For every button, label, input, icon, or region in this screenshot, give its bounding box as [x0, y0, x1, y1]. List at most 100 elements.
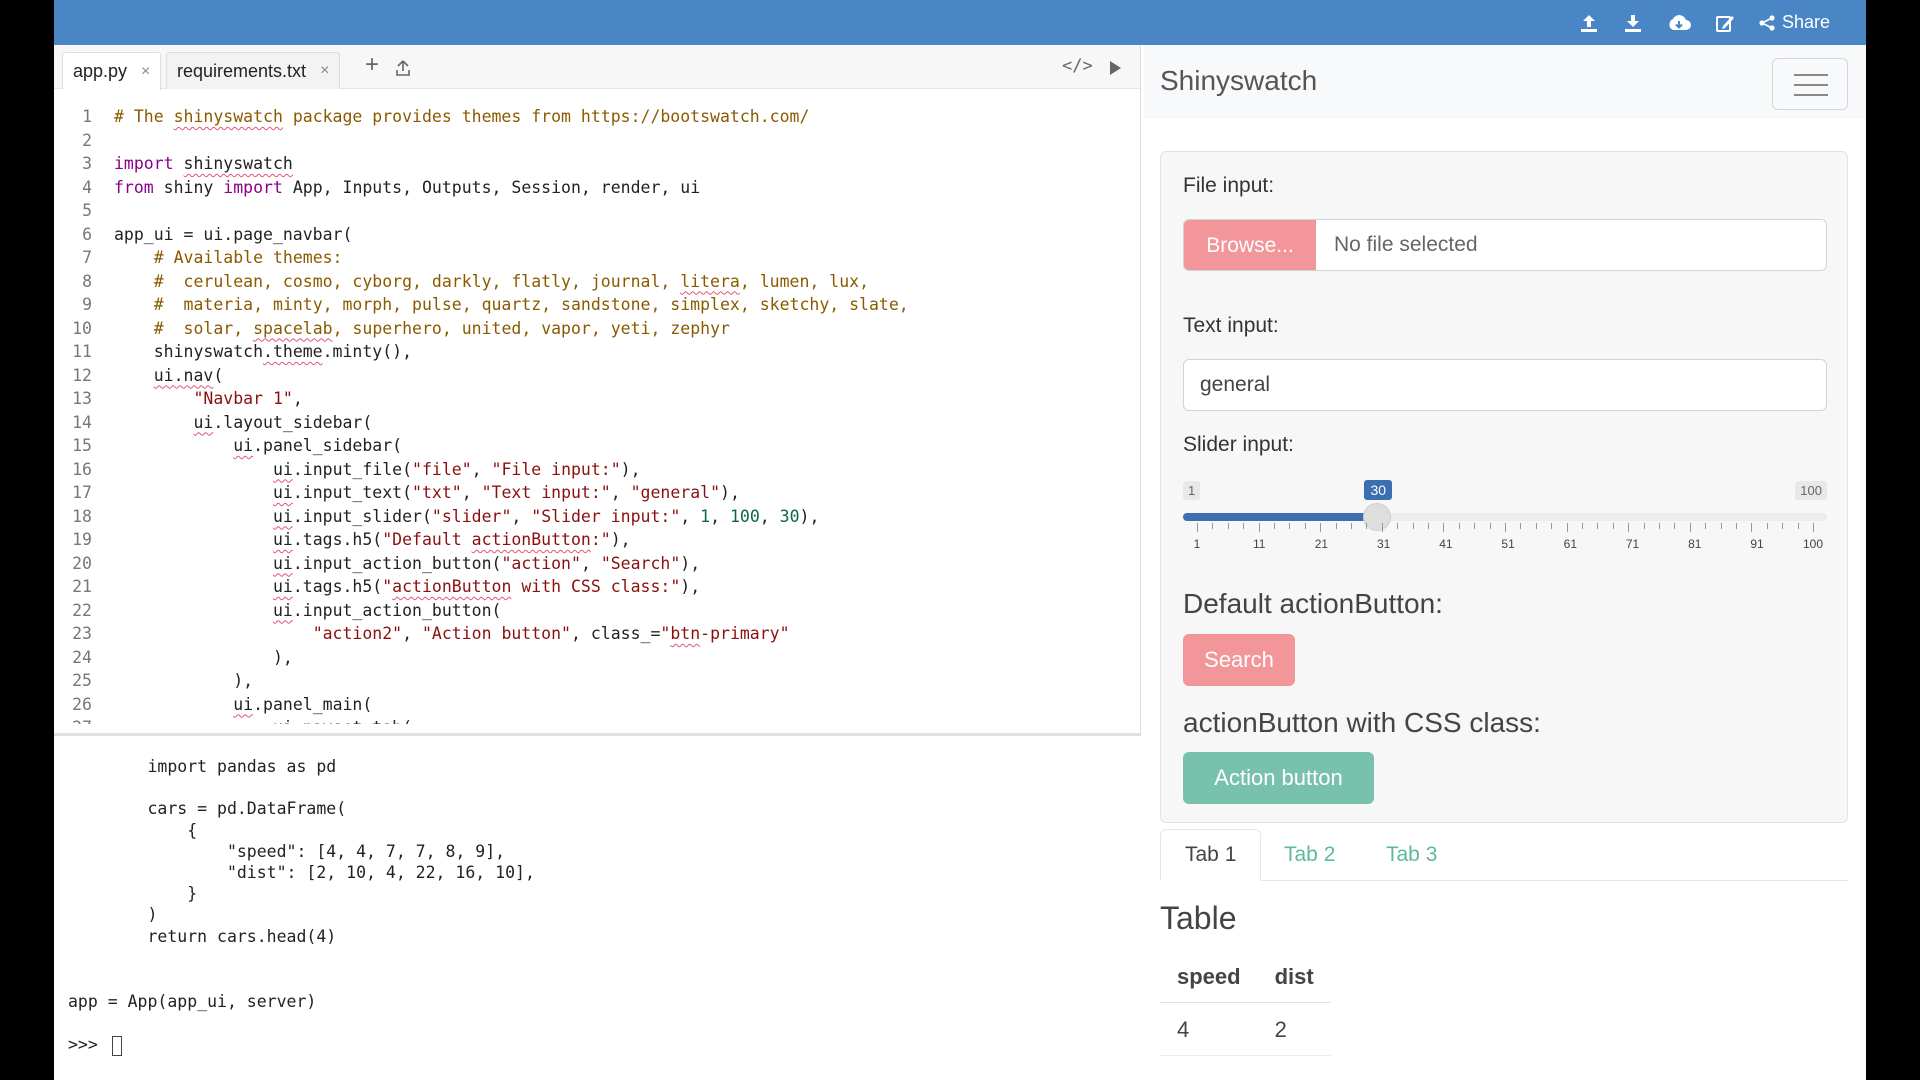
slider-tick-label: 91	[1750, 537, 1764, 551]
slider-input[interactable]: 1 100 30 1 11 21 31 41 51 61 71 81 91 100	[1183, 480, 1827, 561]
slider-tick	[1428, 523, 1429, 529]
add-file-icon[interactable]: +	[365, 51, 379, 79]
download-icon[interactable]	[1622, 12, 1644, 34]
slider-handle[interactable]	[1363, 503, 1392, 531]
navset-tabs: Tab 1 Tab 2 Tab 3	[1160, 829, 1848, 881]
share-icon	[1758, 14, 1776, 32]
search-button[interactable]: Search	[1183, 634, 1295, 686]
slider-tick-label: 31	[1376, 537, 1391, 551]
close-icon[interactable]: ×	[141, 63, 150, 81]
text-input[interactable]: general	[1183, 359, 1827, 411]
default-action-heading: Default actionButton:	[1183, 588, 1443, 619]
line-number: 12	[72, 365, 92, 385]
code-text: ui.input_action_button(	[272, 600, 502, 620]
line-number: 13	[72, 389, 92, 408]
css-action-heading: actionButton with CSS class:	[1183, 707, 1541, 738]
line-number: 5	[82, 201, 92, 220]
tab-app-py[interactable]: app.py ×	[62, 52, 162, 90]
console-line: >>>	[68, 1034, 122, 1056]
slider-tick	[1366, 523, 1368, 529]
upload-icon[interactable]	[1578, 12, 1600, 34]
slider-tick	[1397, 523, 1399, 529]
code-text: ui.panel_main(	[233, 694, 373, 714]
tab-1[interactable]: Tab 1	[1160, 829, 1262, 881]
slider-tick	[1659, 523, 1660, 529]
code-text: ui.nav(	[153, 365, 224, 385]
column-header-dist: dist	[1257, 950, 1331, 1003]
action-button[interactable]: Action button	[1183, 752, 1374, 804]
console-line: "speed": [4, 4, 7, 7, 8, 9],	[68, 842, 506, 861]
menu-toggle-button[interactable]	[1772, 58, 1848, 110]
slider-tick	[1674, 523, 1676, 529]
slider-tick	[1643, 523, 1645, 529]
console-line: cars = pd.DataFrame(	[68, 799, 347, 818]
tab-2[interactable]: Tab 2	[1260, 829, 1359, 881]
console[interactable]: import pandas as pd cars = pd.DataFrame(…	[54, 736, 1141, 1080]
slider-tick	[1258, 523, 1260, 532]
code-text: ui.input_action_button("action", "Search…	[272, 553, 701, 573]
file-input[interactable]: Browse... No file selected	[1183, 219, 1827, 271]
console-line: return cars.head(4)	[68, 927, 337, 946]
code-text: ui.input_file("file", "File input:"),	[272, 459, 641, 479]
line-number: 23	[72, 624, 92, 643]
slider-tick	[1320, 523, 1322, 532]
code-text: "action2", "Action button", class_="btn-…	[312, 624, 790, 643]
line-number: 15	[72, 436, 92, 455]
slider-tick	[1782, 523, 1784, 529]
line-number: 3	[82, 154, 92, 173]
code-text: # The shinyswatch package provides theme…	[114, 107, 810, 126]
edit-icon[interactable]	[1714, 12, 1736, 34]
run-icon[interactable]	[1107, 57, 1123, 83]
code-text: shinyswatch.theme.minty(),	[114, 342, 413, 361]
tab-requirements-txt[interactable]: requirements.txt ×	[166, 52, 341, 89]
slider-tick-label: 100	[1802, 537, 1824, 551]
share-label: Share	[1781, 12, 1830, 32]
line-number: 7	[82, 248, 92, 267]
code-text: ui.input_text("txt", "Text input:", "gen…	[272, 483, 740, 502]
console-line: app = App(app_ui, server)	[68, 992, 317, 1011]
console-line: import pandas as pd	[68, 757, 337, 776]
slider-tick	[1582, 523, 1583, 529]
console-cursor[interactable]	[111, 1035, 122, 1056]
file-placeholder: No file selected	[1334, 233, 1478, 256]
code-text: ),	[114, 647, 293, 667]
code-view-icon[interactable]: </>	[1062, 56, 1093, 76]
line-number: 25	[72, 671, 92, 690]
top-toolbar: Share	[54, 0, 1866, 45]
code-text: "Navbar 1",	[193, 389, 303, 408]
share-button[interactable]: Share	[1758, 12, 1830, 33]
slider-tick	[1443, 523, 1445, 532]
slider-tick-label: 21	[1314, 537, 1329, 551]
table-row: 4 2	[1160, 1002, 1331, 1056]
browse-button[interactable]: Browse...	[1184, 220, 1316, 270]
line-number: 27	[54, 716, 92, 724]
slider-tick	[1520, 523, 1522, 529]
slider-tick	[1751, 523, 1753, 532]
slider-tick	[1197, 523, 1198, 532]
code-area[interactable]: 1 # The shinyswatch package provides them…	[54, 97, 1140, 724]
app-window: Share app.py × requirements.txt × + </> …	[54, 0, 1866, 1080]
console-line: }	[68, 884, 198, 903]
cloud-download-icon[interactable]	[1666, 12, 1692, 34]
line-number: 11	[72, 342, 92, 361]
tab-3[interactable]: Tab 3	[1362, 829, 1461, 881]
line-number: 4	[82, 177, 92, 197]
line-number: 1	[82, 107, 92, 126]
code-editor: app.py × requirements.txt × + </> 1 # The…	[54, 45, 1141, 733]
console-line: {	[68, 821, 198, 840]
code-text: ui.tags.h5("actionButton with CSS class:…	[272, 577, 701, 596]
app-preview: Shinyswatch File input: Browse... No fil…	[1144, 45, 1866, 1080]
line-number: 21	[72, 577, 92, 596]
console-line: "dist": [2, 10, 4, 22, 16, 10],	[68, 863, 535, 882]
navbar-brand[interactable]: Shinyswatch	[1160, 65, 1317, 97]
upload-file-icon[interactable]	[395, 57, 411, 83]
close-icon[interactable]: ×	[320, 62, 329, 80]
line-number: 17	[72, 483, 92, 502]
slider-tick	[1535, 523, 1537, 529]
line-number: 19	[72, 530, 92, 549]
slider-tick	[1412, 523, 1414, 529]
slider-input-label: Slider input:	[1183, 433, 1294, 456]
slider-tick	[1289, 523, 1291, 529]
slider-tick-label: 1	[1193, 537, 1201, 551]
slider-tick	[1689, 523, 1691, 532]
